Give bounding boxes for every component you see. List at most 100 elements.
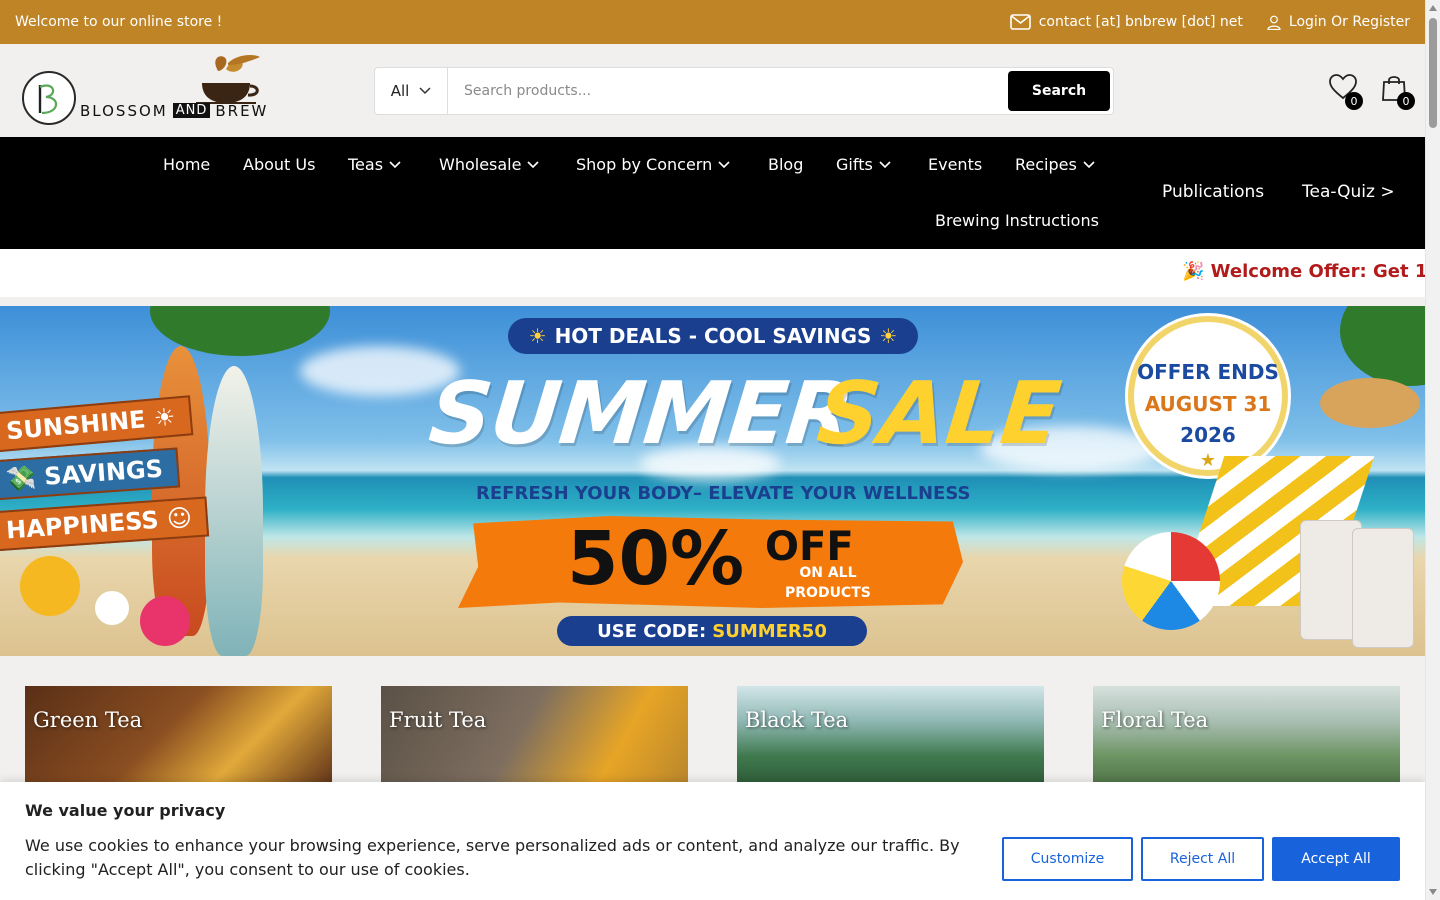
scrollbar-thumb[interactable] [1429, 18, 1437, 128]
login-link[interactable]: Login Or Register [1267, 14, 1410, 30]
summer-sale-banner[interactable]: SUNSHINE ☀ 💸 SAVINGS HAPPINESS ☺ ☀ HOT D… [0, 306, 1425, 656]
nav-blog[interactable]: Blog [768, 155, 803, 174]
wishlist-button[interactable]: 0 [1329, 74, 1363, 110]
search-bar: All Search [374, 67, 1114, 115]
hot-deals-pill: ☀ HOT DEALS - COOL SAVINGS ☀ [508, 318, 918, 354]
nav-gifts-label: Gifts [836, 155, 873, 174]
page-scrollbar[interactable] [1425, 0, 1440, 900]
wishlist-count-badge: 0 [1345, 92, 1363, 110]
welcome-offer-text: 🎉 Welcome Offer: Get 1 [1182, 261, 1425, 282]
search-input[interactable] [448, 68, 1008, 114]
sale-headline: SALE [812, 364, 1066, 464]
logo-word-blossom: BLOSSOM [80, 101, 168, 120]
tea-cup-logo-icon [196, 54, 260, 104]
cookie-consent-banner: We value your privacy We use cookies to … [0, 782, 1425, 900]
hot-deals-text: HOT DEALS - COOL SAVINGS [554, 324, 872, 348]
beach-ball-shape [1122, 532, 1220, 630]
nav-about[interactable]: About Us [243, 155, 315, 174]
nav-wholesale[interactable]: Wholesale [439, 155, 540, 174]
nav-home[interactable]: Home [163, 155, 210, 174]
offer-ends-text: OFFER ENDS [1137, 360, 1279, 384]
category-label: Floral Tea [1101, 708, 1209, 732]
chevron-down-icon [718, 160, 730, 168]
site-logo[interactable]: BLOSSOM AND BREW [22, 53, 292, 129]
logo-word-brew: BREW [215, 101, 269, 120]
nav-shop-by-concern[interactable]: Shop by Concern [576, 155, 730, 174]
chevron-down-icon [389, 160, 401, 168]
nav-shop-by-concern-label: Shop by Concern [576, 155, 713, 174]
summer-headline: SUMMER [424, 364, 858, 464]
surfboard-shape [152, 346, 210, 636]
nav-brewing-instructions[interactable]: Brewing Instructions [935, 211, 1099, 230]
nav-teas-label: Teas [348, 155, 384, 174]
nav-blog-label: Blog [768, 155, 804, 174]
nav-home-label: Home [163, 155, 211, 174]
straw-hat-shape [1320, 378, 1420, 428]
nav-publications-label: Publications [1162, 182, 1265, 202]
nav-recipes-label: Recipes [1015, 155, 1077, 174]
nav-tea-quiz[interactable]: Tea-Quiz > [1302, 182, 1395, 202]
cookie-title: We value your privacy [25, 801, 226, 820]
category-tile-fruit-tea[interactable]: Fruit Tea [381, 686, 688, 786]
category-tile-floral-tea[interactable]: Floral Tea [1093, 686, 1400, 786]
contact-text: contact [at] bnbrew [dot] net [1038, 14, 1243, 30]
nav-events-label: Events [928, 155, 983, 174]
top-bar-right: contact [at] bnbrew [dot] net Login Or R… [1009, 14, 1410, 30]
surfboard-shape [205, 366, 263, 656]
nav-tea-quiz-label: Tea-Quiz > [1302, 182, 1395, 202]
flower-shape [95, 591, 129, 625]
header: BLOSSOM AND BREW All Search 0 0 [0, 44, 1425, 137]
nav-recipes[interactable]: Recipes [1015, 155, 1095, 174]
chevron-down-icon [1083, 160, 1095, 168]
top-bar: Welcome to our online store ! contact [a… [0, 0, 1425, 44]
on-all-text: ON ALL [799, 565, 857, 581]
offer-ends-date: AUGUST 31 [1144, 392, 1272, 416]
scroll-down-arrow-icon[interactable] [1429, 889, 1437, 895]
logo-monogram [22, 70, 76, 125]
cart-button[interactable]: 0 [1381, 74, 1415, 110]
discount-scope: ON ALL PRODUCTS [785, 563, 871, 603]
welcome-offer-marquee: 🎉 Welcome Offer: Get 1 [0, 249, 1425, 297]
cookie-description: We use cookies to enhance your browsing … [25, 836, 960, 879]
tea-tin-shape [1352, 528, 1414, 648]
contact-link[interactable]: contact [at] bnbrew [dot] net [1009, 14, 1243, 30]
offer-ends-year: 2026 [1180, 423, 1236, 447]
category-label: Black Tea [745, 708, 849, 732]
sun-icon: ☀ [879, 324, 898, 348]
reject-all-button[interactable]: Reject All [1141, 837, 1264, 881]
nav-teas[interactable]: Teas [348, 155, 401, 174]
mail-icon [1009, 14, 1031, 30]
search-category-select[interactable]: All [375, 68, 448, 114]
logo-wordmark: BLOSSOM AND BREW [80, 102, 268, 120]
nav-publications[interactable]: Publications [1162, 182, 1264, 202]
nav-about-label: About Us [243, 155, 316, 174]
discount-percent: 50% [567, 516, 745, 602]
search-category-value: All [390, 82, 410, 100]
page: Welcome to our online store ! contact [a… [0, 0, 1425, 900]
flower-shape [20, 556, 80, 616]
category-tile-black-tea[interactable]: Black Tea [737, 686, 1044, 786]
promo-code-pill: USE CODE: SUMMER50 [557, 616, 867, 646]
nav-events[interactable]: Events [928, 155, 982, 174]
main-nav: Home About Us Teas Wholesale Shop by Con… [0, 137, 1425, 249]
customize-button[interactable]: Customize [1002, 837, 1133, 881]
accept-all-button[interactable]: Accept All [1272, 837, 1400, 881]
sun-icon: ☀ [528, 324, 547, 348]
category-tile-green-tea[interactable]: Green Tea [25, 686, 332, 786]
logo-word-and: AND [172, 103, 211, 118]
nav-wholesale-label: Wholesale [439, 155, 522, 174]
cart-count-badge: 0 [1397, 92, 1415, 110]
nav-gifts[interactable]: Gifts [836, 155, 891, 174]
category-label: Green Tea [33, 708, 143, 732]
scroll-up-arrow-icon[interactable] [1429, 5, 1437, 11]
header-icons: 0 0 [1329, 74, 1415, 110]
welcome-text: Welcome to our online store ! [15, 14, 223, 30]
products-text: PRODUCTS [785, 585, 871, 601]
nav-brewing-label: Brewing Instructions [935, 211, 1099, 230]
palm-leaves-shape [1340, 306, 1425, 386]
search-button[interactable]: Search [1008, 71, 1110, 111]
promo-code: SUMMER50 [712, 620, 827, 642]
category-label: Fruit Tea [389, 708, 487, 732]
chevron-down-icon [527, 160, 540, 168]
flower-shape [140, 596, 190, 646]
